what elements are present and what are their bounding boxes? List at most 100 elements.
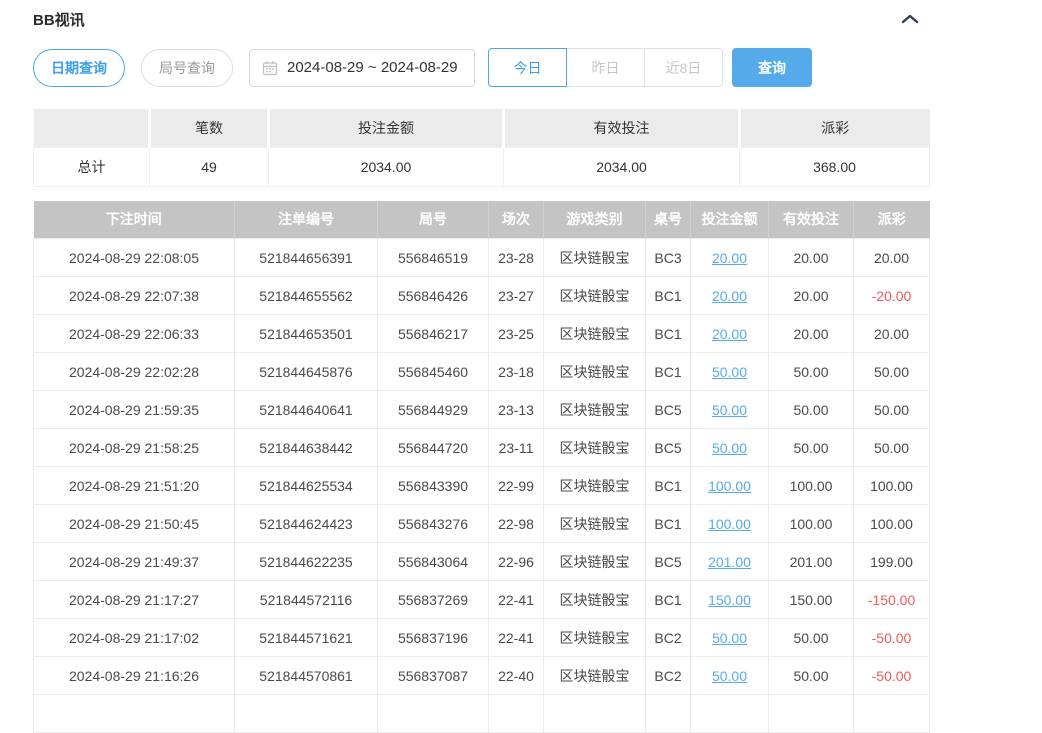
cell-game-type: 区块链骰宝 xyxy=(544,353,646,391)
cell-payout: -50.00 xyxy=(854,619,930,657)
cell-time xyxy=(34,695,235,733)
cell-time: 2024-08-29 21:50:45 xyxy=(34,505,235,543)
table-row: 2024-08-29 21:50:45521844624423556843276… xyxy=(34,505,930,543)
cell-table-no: BC1 xyxy=(646,315,691,353)
cell-valid-bet: 50.00 xyxy=(769,391,854,429)
cell-payout: 20.00 xyxy=(854,239,930,277)
summary-header-payout: 派彩 xyxy=(740,109,930,147)
cell-game-type: 区块链骰宝 xyxy=(544,239,646,277)
table-row: 2024-08-29 22:07:38521844655562556846426… xyxy=(34,277,930,315)
summary-header-blank xyxy=(34,109,150,147)
summary-header-count: 笔数 xyxy=(150,109,269,147)
bet-amount-link[interactable]: 100.00 xyxy=(708,516,751,532)
records-header-session: 场次 xyxy=(489,201,544,239)
cell-bet-amount: 100.00 xyxy=(691,505,769,543)
quick-range-group: 今日 昨日 近8日 xyxy=(488,48,723,87)
cell-table-no: BC5 xyxy=(646,391,691,429)
cell-bet-id: 521844624423 xyxy=(235,505,378,543)
cell-table-no: BC1 xyxy=(646,277,691,315)
cell-payout: 199.00 xyxy=(854,543,930,581)
records-header-valid-bet: 有效投注 xyxy=(769,201,854,239)
records-body: 2024-08-29 22:08:05521844656391556846519… xyxy=(34,239,930,733)
table-row-partial xyxy=(34,695,930,733)
records-header-payout: 派彩 xyxy=(854,201,930,239)
cell-round-id: 556844720 xyxy=(378,429,489,467)
cell-table-no: BC5 xyxy=(646,543,691,581)
today-button[interactable]: 今日 xyxy=(488,48,567,87)
bet-amount-link[interactable]: 100.00 xyxy=(708,478,751,494)
yesterday-button[interactable]: 昨日 xyxy=(566,48,645,87)
bet-amount-link[interactable]: 20.00 xyxy=(712,326,747,342)
round-query-tab[interactable]: 局号查询 xyxy=(141,49,233,87)
cell-round-id: 556846426 xyxy=(378,277,489,315)
bb-video-panel: BB视讯 日期查询 局号查询 xyxy=(0,0,929,733)
records-header-row: 下注时间 注单编号 局号 场次 游戏类别 桌号 投注金额 有效投注 派彩 xyxy=(34,201,930,239)
cell-time: 2024-08-29 22:08:05 xyxy=(34,239,235,277)
cell-round-id: 556846519 xyxy=(378,239,489,277)
table-row: 2024-08-29 21:59:35521844640641556844929… xyxy=(34,391,930,429)
bet-amount-link[interactable]: 50.00 xyxy=(712,402,747,418)
calendar-icon xyxy=(262,60,278,76)
bet-amount-link[interactable]: 20.00 xyxy=(712,250,747,266)
cell-time: 2024-08-29 21:17:27 xyxy=(34,581,235,619)
cell-valid-bet xyxy=(769,695,854,733)
cell-table-no: BC2 xyxy=(646,657,691,695)
records-header-game-type: 游戏类别 xyxy=(544,201,646,239)
bet-amount-link[interactable]: 150.00 xyxy=(708,592,751,608)
cell-valid-bet: 20.00 xyxy=(769,239,854,277)
cell-session: 23-28 xyxy=(489,239,544,277)
cell-round-id: 556837269 xyxy=(378,581,489,619)
cell-game-type: 区块链骰宝 xyxy=(544,429,646,467)
bet-amount-link[interactable]: 20.00 xyxy=(712,288,747,304)
cell-bet-amount: 201.00 xyxy=(691,543,769,581)
bet-amount-link[interactable]: 50.00 xyxy=(712,668,747,684)
cell-table-no xyxy=(646,695,691,733)
chevron-up-icon[interactable] xyxy=(901,13,919,25)
cell-session: 23-25 xyxy=(489,315,544,353)
cell-valid-bet: 100.00 xyxy=(769,467,854,505)
cell-round-id: 556844929 xyxy=(378,391,489,429)
cell-bet-amount xyxy=(691,695,769,733)
date-range-input[interactable]: 2024-08-29 ~ 2024-08-29 xyxy=(249,49,475,87)
cell-table-no: BC2 xyxy=(646,619,691,657)
search-button[interactable]: 查询 xyxy=(732,48,812,87)
bet-amount-link[interactable]: 201.00 xyxy=(708,554,751,570)
cell-payout: 100.00 xyxy=(854,505,930,543)
cell-game-type: 区块链骰宝 xyxy=(544,467,646,505)
cell-table-no: BC1 xyxy=(646,581,691,619)
cell-session: 22-40 xyxy=(489,657,544,695)
bet-amount-link[interactable]: 50.00 xyxy=(712,440,747,456)
page-title: BB视讯 xyxy=(33,9,85,30)
cell-bet-amount: 50.00 xyxy=(691,391,769,429)
cell-payout: 20.00 xyxy=(854,315,930,353)
cell-payout: 50.00 xyxy=(854,391,930,429)
cell-table-no: BC1 xyxy=(646,353,691,391)
panel-header: BB视讯 xyxy=(33,0,929,30)
cell-payout: -150.00 xyxy=(854,581,930,619)
summary-total-count: 49 xyxy=(150,147,269,186)
cell-time: 2024-08-29 21:59:35 xyxy=(34,391,235,429)
date-query-tab[interactable]: 日期查询 xyxy=(33,49,125,87)
last-8-days-button[interactable]: 近8日 xyxy=(644,48,723,87)
cell-time: 2024-08-29 22:06:33 xyxy=(34,315,235,353)
records-header-bet-amount: 投注金额 xyxy=(691,201,769,239)
cell-bet-id: 521844645876 xyxy=(235,353,378,391)
bet-amount-link[interactable]: 50.00 xyxy=(712,630,747,646)
cell-time: 2024-08-29 22:07:38 xyxy=(34,277,235,315)
cell-valid-bet: 50.00 xyxy=(769,657,854,695)
cell-game-type: 区块链骰宝 xyxy=(544,391,646,429)
summary-total-bet-amount: 2034.00 xyxy=(269,147,504,186)
summary-total-row: 总计 49 2034.00 2034.00 368.00 xyxy=(34,147,930,186)
cell-time: 2024-08-29 21:16:26 xyxy=(34,657,235,695)
cell-game-type xyxy=(544,695,646,733)
cell-round-id: 556843390 xyxy=(378,467,489,505)
cell-bet-amount: 20.00 xyxy=(691,277,769,315)
cell-time: 2024-08-29 22:02:28 xyxy=(34,353,235,391)
cell-bet-id: 521844640641 xyxy=(235,391,378,429)
cell-table-no: BC3 xyxy=(646,239,691,277)
bet-amount-link[interactable]: 50.00 xyxy=(712,364,747,380)
table-row: 2024-08-29 22:06:33521844653501556846217… xyxy=(34,315,930,353)
cell-table-no: BC1 xyxy=(646,467,691,505)
cell-session xyxy=(489,695,544,733)
cell-bet-amount: 50.00 xyxy=(691,657,769,695)
